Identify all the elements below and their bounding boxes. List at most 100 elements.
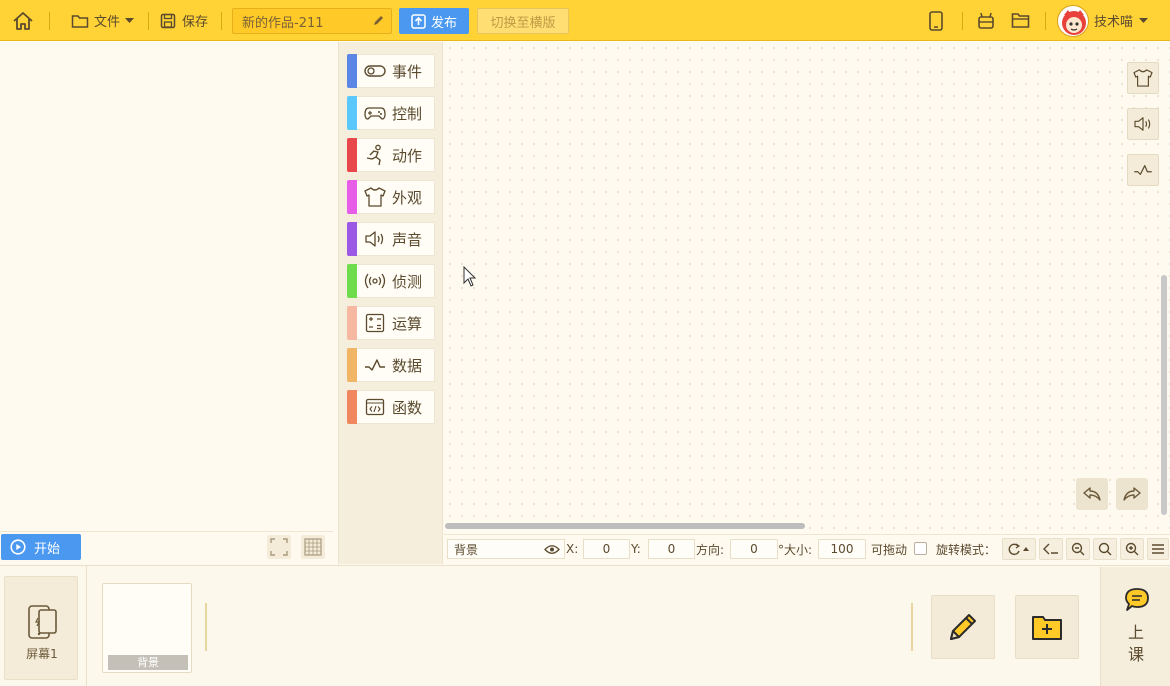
- category-motion[interactable]: 动作: [347, 138, 435, 172]
- category-functions[interactable]: 函数: [347, 390, 435, 424]
- vertical-scrollbar[interactable]: [1161, 275, 1167, 515]
- category-control[interactable]: 控制: [347, 96, 435, 130]
- user-menu[interactable]: 技术喵: [1094, 0, 1149, 41]
- drop-indicator: [911, 603, 913, 651]
- calculator-icon: [365, 313, 385, 333]
- zoom-out-button[interactable]: [1066, 538, 1090, 560]
- home-button[interactable]: [12, 0, 34, 41]
- x-input[interactable]: 0: [583, 539, 630, 559]
- redo-button[interactable]: [1116, 478, 1148, 510]
- zoom-out-icon: [1071, 542, 1085, 556]
- eye-icon[interactable]: [544, 544, 560, 555]
- speaker-icon: [365, 231, 384, 247]
- x-value: 0: [602, 542, 611, 556]
- robot-button[interactable]: [977, 0, 995, 41]
- file-menu-label: 文件: [94, 15, 121, 30]
- chart-line-icon: [1134, 165, 1152, 175]
- data-panel-button[interactable]: [1127, 154, 1159, 186]
- category-operators[interactable]: 运算: [347, 306, 435, 340]
- tablet-icon: [28, 605, 57, 639]
- paint-sprite-button[interactable]: [931, 595, 995, 659]
- costume-panel-button[interactable]: [1127, 62, 1159, 94]
- zoom-reset-button[interactable]: [1093, 538, 1117, 560]
- top-toolbar: 文件 保存 新的作品-211 发布 切换至横版 技术喵: [0, 0, 1170, 41]
- lesson-label-1: 上: [1127, 623, 1144, 642]
- size-input[interactable]: 100: [818, 539, 866, 559]
- y-label: Y:: [631, 542, 641, 556]
- category-color-bar: [347, 264, 357, 298]
- file-menu[interactable]: 文件: [71, 0, 135, 41]
- zoom-in-button[interactable]: [1120, 538, 1144, 560]
- start-button[interactable]: 开始: [1, 534, 81, 560]
- lesson-button[interactable]: 上课: [1100, 567, 1170, 686]
- avatar-image: [1062, 10, 1086, 35]
- background-card[interactable]: 背景: [102, 583, 192, 673]
- open-folder-button[interactable]: [1011, 0, 1030, 41]
- switch-orientation-button[interactable]: 切换至横版: [477, 8, 569, 34]
- folder-icon: [1011, 13, 1030, 28]
- draggable-checkbox[interactable]: [914, 542, 927, 555]
- undo-button[interactable]: [1076, 478, 1108, 510]
- grid-icon: [304, 538, 322, 556]
- running-icon: [366, 144, 381, 166]
- publish-label: 发布: [430, 15, 457, 31]
- category-data[interactable]: 数据: [347, 348, 435, 382]
- draggable-label: 可拖动: [871, 542, 908, 557]
- x-label: X:: [566, 542, 579, 556]
- category-sensing[interactable]: 侦测: [347, 264, 435, 298]
- shirt-icon: [364, 187, 386, 207]
- category-label: 数据: [392, 356, 423, 375]
- background-label: 背景: [108, 655, 188, 670]
- category-label: 声音: [392, 230, 423, 249]
- code-workspace[interactable]: [444, 42, 1170, 534]
- category-color-bar: [347, 306, 357, 340]
- speaker-icon: [1134, 117, 1151, 131]
- upload-icon: [411, 13, 426, 29]
- device-preview-button[interactable]: [928, 0, 944, 41]
- sprite-name-input[interactable]: 背景: [447, 539, 565, 559]
- pencil-icon: [950, 614, 976, 640]
- category-events[interactable]: 事件: [347, 54, 435, 88]
- category-color-bar: [347, 348, 357, 382]
- size-label: °大小:: [778, 542, 813, 557]
- horizontal-scrollbar[interactable]: [445, 523, 805, 529]
- save-label: 保存: [182, 15, 209, 30]
- screen-label: 屏幕1: [26, 647, 58, 661]
- fullscreen-button[interactable]: [267, 535, 291, 559]
- collapse-icon: [1043, 543, 1058, 555]
- panel-divider: [86, 566, 87, 686]
- save-button[interactable]: 保存: [160, 0, 208, 41]
- sound-panel-button[interactable]: [1127, 108, 1159, 140]
- collapse-code-button[interactable]: [1039, 538, 1063, 560]
- more-menu-button[interactable]: [1147, 538, 1169, 560]
- category-label: 外观: [392, 188, 423, 207]
- rotation-mode-select[interactable]: [1002, 538, 1036, 560]
- category-color-bar: [347, 54, 357, 88]
- project-title-text: 新的作品-211: [242, 15, 324, 31]
- category-label: 侦测: [392, 272, 423, 291]
- pencil-icon: [374, 16, 383, 25]
- redo-icon: [1123, 487, 1141, 501]
- code-icon: [365, 398, 385, 416]
- user-name: 技术喵: [1094, 15, 1134, 30]
- grid-toggle-button[interactable]: [301, 535, 325, 559]
- project-title-input[interactable]: 新的作品-211: [232, 8, 392, 34]
- category-sound[interactable]: 声音: [347, 222, 435, 256]
- switch-orientation-label: 切换至横版: [490, 15, 556, 31]
- avatar[interactable]: [1057, 5, 1089, 37]
- category-label: 运算: [392, 314, 423, 333]
- save-icon: [160, 13, 176, 28]
- category-color-bar: [347, 222, 357, 256]
- add-sprite-button[interactable]: [1015, 595, 1079, 659]
- direction-input[interactable]: 0: [730, 539, 778, 559]
- robot-icon: [978, 12, 994, 29]
- category-label: 控制: [392, 104, 423, 123]
- stage-preview[interactable]: [0, 42, 338, 530]
- toggle-icon: [364, 65, 386, 77]
- screen-card[interactable]: 屏幕1: [4, 576, 78, 680]
- category-looks[interactable]: 外观: [347, 180, 435, 214]
- publish-button[interactable]: 发布: [399, 8, 469, 34]
- shirt-icon: [1133, 69, 1153, 87]
- category-label: 事件: [392, 62, 423, 81]
- y-input[interactable]: 0: [648, 539, 695, 559]
